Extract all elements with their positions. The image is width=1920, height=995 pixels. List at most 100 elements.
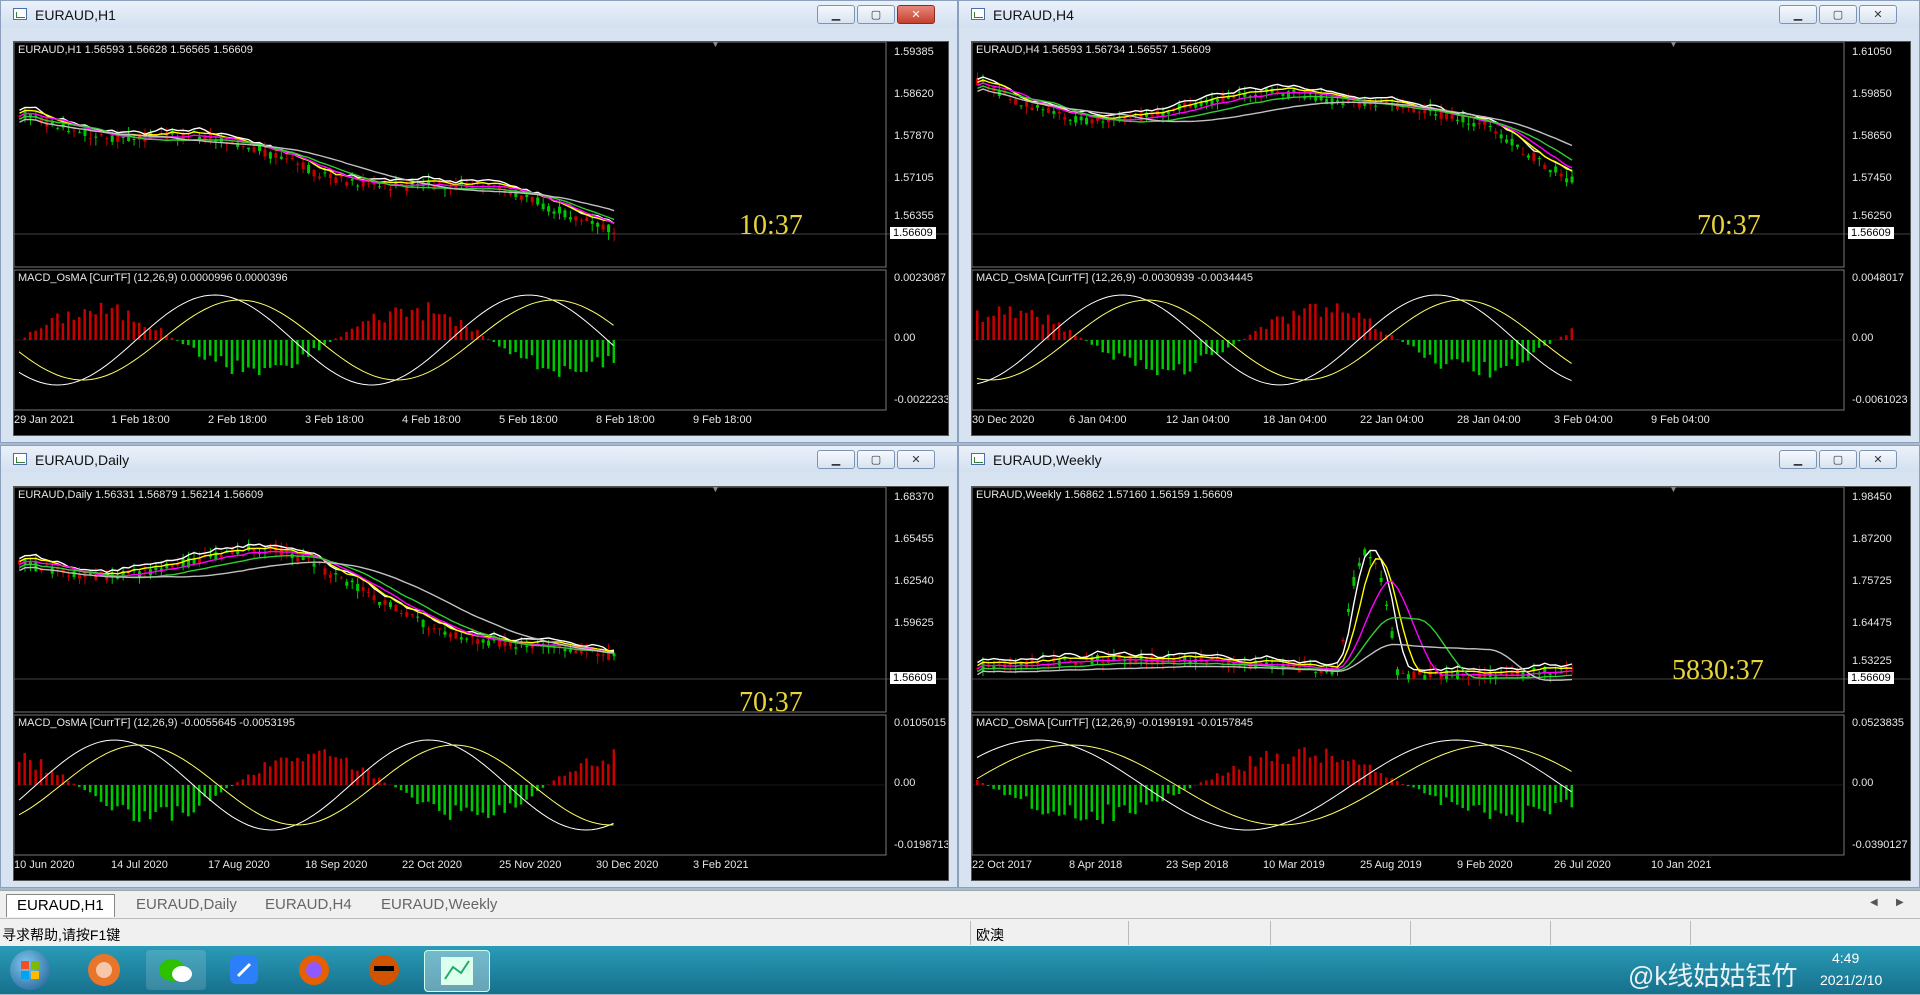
clock-time[interactable]: 4:49 bbox=[1832, 950, 1859, 966]
time-axis-tick: 25 Aug 2019 bbox=[1360, 859, 1422, 871]
candle bbox=[1543, 163, 1546, 169]
candle bbox=[476, 637, 479, 651]
maximize-button[interactable]: ▢ bbox=[1819, 450, 1857, 469]
close-button[interactable]: ✕ bbox=[1859, 5, 1897, 24]
bar-countdown-timer: 70:37 bbox=[1697, 210, 1761, 242]
candle bbox=[1358, 558, 1361, 570]
macd-histogram-bar bbox=[1047, 785, 1050, 813]
moving-average-line bbox=[978, 77, 1573, 171]
chart-shift-marker-icon: ▼ bbox=[711, 41, 720, 49]
macd-histogram-bar bbox=[449, 317, 452, 340]
macd-histogram-bar bbox=[242, 340, 245, 372]
macd-histogram-bar bbox=[1101, 340, 1104, 352]
current-price-label: 1.56609 bbox=[890, 672, 936, 684]
macd-histogram-bar bbox=[416, 308, 419, 340]
candle bbox=[1091, 654, 1094, 665]
notes-icon[interactable] bbox=[222, 950, 266, 990]
minimize-button[interactable]: ▁ bbox=[1779, 450, 1817, 469]
chart-canvas[interactable]: EURAUD,H1 1.56593 1.56628 1.56565 1.5660… bbox=[13, 41, 949, 436]
chart-window[interactable]: EURAUD,Weekly ▁ ▢ ✕ EURAUD,Weekly 1.5686… bbox=[958, 445, 1920, 888]
macd-histogram-bar bbox=[291, 761, 294, 785]
current-price-label: 1.56609 bbox=[890, 227, 936, 239]
candle bbox=[362, 579, 365, 597]
macd-histogram-bar bbox=[493, 785, 496, 815]
media-player-icon[interactable] bbox=[82, 950, 126, 990]
chart-canvas[interactable]: EURAUD,Daily 1.56331 1.56879 1.56214 1.5… bbox=[13, 486, 949, 881]
macd-histogram-bar bbox=[367, 770, 370, 785]
time-axis-tick: 29 Jan 2021 bbox=[14, 414, 75, 426]
candle bbox=[340, 576, 343, 580]
macd-histogram-bar bbox=[307, 754, 310, 785]
macd-axis-tick: 0.0023087 bbox=[894, 272, 946, 284]
tab-scroll-right-icon[interactable]: ▶ bbox=[1896, 897, 1904, 908]
chart-window[interactable]: EURAUD,H4 ▁ ▢ ✕ EURAUD,H4 1.56593 1.5673… bbox=[958, 0, 1920, 443]
time-axis-tick: 6 Jan 04:00 bbox=[1069, 414, 1127, 426]
macd-histogram-bar bbox=[1254, 331, 1257, 340]
app-icon[interactable] bbox=[362, 950, 406, 990]
macd-histogram-bar bbox=[1461, 340, 1464, 363]
window-titlebar[interactable]: EURAUD,Daily ▁ ▢ ✕ bbox=[1, 446, 957, 472]
window-titlebar[interactable]: EURAUD,H4 ▁ ▢ ✕ bbox=[959, 1, 1919, 27]
macd-histogram-bar bbox=[1554, 785, 1557, 803]
time-axis-tick: 9 Feb 18:00 bbox=[693, 414, 752, 426]
macd-histogram-bar bbox=[607, 764, 610, 785]
clock-date[interactable]: 2021/2/10 bbox=[1820, 972, 1882, 988]
minimize-button[interactable]: ▁ bbox=[817, 5, 855, 24]
firefox-icon[interactable] bbox=[292, 950, 336, 990]
macd-histogram-bar bbox=[553, 780, 556, 785]
macd-axis-tick: -0.0198713 bbox=[894, 839, 949, 851]
macd-histogram-bar bbox=[1151, 785, 1154, 801]
macd-histogram-bar bbox=[1358, 765, 1361, 785]
maximize-button[interactable]: ▢ bbox=[857, 5, 895, 24]
price-axis-tick: 1.58650 bbox=[1852, 130, 1892, 142]
candle bbox=[67, 124, 70, 134]
macd-histogram-bar bbox=[1080, 338, 1083, 340]
start-orb-icon[interactable] bbox=[10, 950, 50, 990]
close-button[interactable]: ✕ bbox=[897, 450, 935, 469]
macd-histogram-bar bbox=[1511, 785, 1514, 815]
candle bbox=[1254, 89, 1257, 102]
chart-canvas[interactable]: EURAUD,Weekly 1.56862 1.57160 1.56159 1.… bbox=[971, 486, 1911, 881]
chart-window[interactable]: EURAUD,H1 ▁ ▢ ✕ EURAUD,H1 1.56593 1.5662… bbox=[0, 0, 958, 443]
macd-histogram-bar bbox=[992, 785, 995, 789]
macd-histogram-bar bbox=[154, 785, 157, 812]
candle bbox=[596, 221, 599, 233]
candle bbox=[302, 159, 305, 173]
close-button[interactable]: ✕ bbox=[1859, 450, 1897, 469]
chart-canvas[interactable]: EURAUD,H4 1.56593 1.56734 1.56557 1.5660… bbox=[971, 41, 1911, 436]
macd-histogram-bar bbox=[514, 340, 517, 352]
macd-histogram-bar bbox=[214, 340, 217, 362]
time-axis-tick: 17 Aug 2020 bbox=[208, 859, 270, 871]
wechat-icon[interactable] bbox=[146, 950, 206, 990]
macd-histogram-bar bbox=[383, 783, 386, 785]
status-bar: 寻求帮助,请按F1键 欧澳 bbox=[0, 918, 1920, 947]
macd-histogram-bar bbox=[1303, 308, 1306, 340]
tab-euraud-daily[interactable]: EURAUD,Daily bbox=[126, 894, 247, 916]
time-axis-tick: 14 Jul 2020 bbox=[111, 859, 168, 871]
macd-histogram-bar bbox=[1238, 340, 1241, 341]
close-button[interactable]: ✕ bbox=[897, 5, 935, 24]
macd-histogram-bar bbox=[1538, 340, 1541, 348]
maximize-button[interactable]: ▢ bbox=[1819, 5, 1857, 24]
minimize-button[interactable]: ▁ bbox=[1779, 5, 1817, 24]
window-titlebar[interactable]: EURAUD,Weekly ▁ ▢ ✕ bbox=[959, 446, 1919, 472]
macd-label: MACD_OsMA [CurrTF] (12,26,9) -0.0055645 … bbox=[18, 717, 295, 729]
maximize-button[interactable]: ▢ bbox=[857, 450, 895, 469]
candle bbox=[1031, 104, 1034, 110]
macd-histogram-bar bbox=[433, 313, 436, 340]
chart-window[interactable]: EURAUD,Daily ▁ ▢ ✕ EURAUD,Daily 1.56331 … bbox=[0, 445, 958, 888]
minimize-button[interactable]: ▁ bbox=[817, 450, 855, 469]
tab-euraud-weekly[interactable]: EURAUD,Weekly bbox=[371, 894, 507, 916]
window-titlebar[interactable]: EURAUD,H1 ▁ ▢ ✕ bbox=[1, 1, 957, 27]
macd-histogram-bar bbox=[1412, 340, 1415, 346]
trading-terminal-icon[interactable] bbox=[424, 950, 490, 992]
macd-histogram-bar bbox=[1069, 785, 1072, 805]
tab-scroll-left-icon[interactable]: ◀ bbox=[1870, 897, 1878, 908]
candle bbox=[1069, 119, 1072, 125]
macd-histogram-bar bbox=[56, 775, 59, 785]
tab-euraud-h4[interactable]: EURAUD,H4 bbox=[255, 894, 362, 916]
macd-histogram-bar bbox=[263, 340, 266, 368]
ohlc-label: EURAUD,H4 1.56593 1.56734 1.56557 1.5660… bbox=[976, 44, 1211, 56]
candle bbox=[1091, 118, 1094, 128]
tab-euraud-h1[interactable]: EURAUD,H1 bbox=[6, 894, 115, 917]
